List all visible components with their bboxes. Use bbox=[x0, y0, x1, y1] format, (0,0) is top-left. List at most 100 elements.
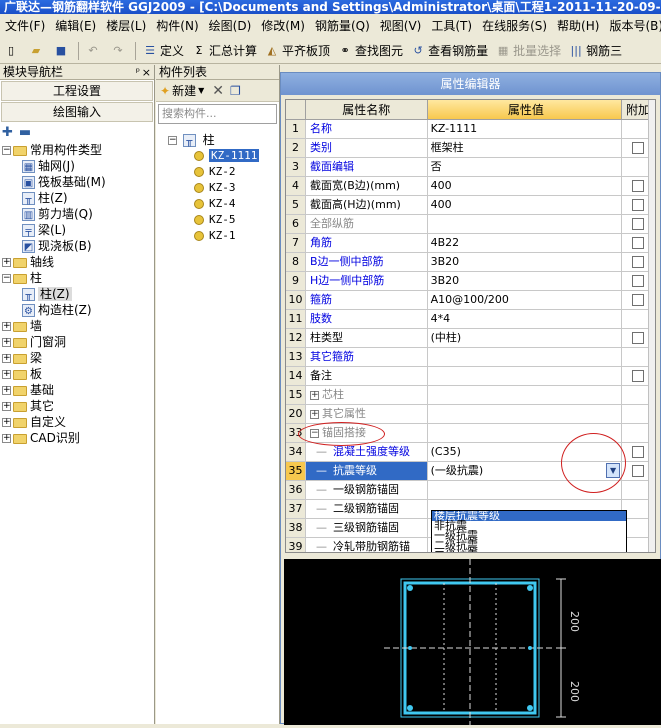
property-row[interactable]: 4 截面宽(B边)(mm) 400 bbox=[286, 177, 655, 196]
menu-item[interactable]: 构件(N) bbox=[151, 16, 203, 36]
open-file-button[interactable]: ▰ bbox=[29, 40, 46, 62]
property-row[interactable]: 13 其它箍筋 bbox=[286, 348, 655, 367]
nav-tree-item[interactable]: − 常用构件类型 bbox=[0, 142, 154, 158]
menu-item[interactable]: 帮助(H) bbox=[552, 16, 604, 36]
property-row[interactable]: 15 + 芯柱 bbox=[286, 386, 655, 405]
nav-tree-item[interactable]: + 自定义 bbox=[0, 414, 154, 430]
nav-tree-item[interactable]: + 基础 bbox=[0, 382, 154, 398]
undo-button[interactable]: ↶ bbox=[86, 40, 103, 62]
property-row[interactable]: 14 备注 bbox=[286, 367, 655, 386]
property-row[interactable]: 9 H边一侧中部筋 3B20 bbox=[286, 272, 655, 291]
attach-checkbox[interactable] bbox=[632, 199, 645, 211]
find-element-button[interactable]: ⚭ 查找图元 bbox=[338, 40, 403, 62]
property-value-cell[interactable]: (中柱) bbox=[428, 329, 623, 347]
seismic-grade-dropdown-list[interactable]: 楼层抗震等级非抗震一级抗震二级抗震三级抗震四级抗震 bbox=[431, 510, 627, 552]
nav-tree-item[interactable]: + 其它 bbox=[0, 398, 154, 414]
property-value-cell[interactable] bbox=[428, 386, 623, 404]
property-row[interactable]: 2 类别 框架柱 bbox=[286, 139, 655, 158]
nav-tree-item[interactable]: ▣ 筏板基础(M) bbox=[0, 174, 154, 190]
expand-toggle-icon[interactable]: + bbox=[2, 402, 11, 411]
component-item[interactable]: KZ-1 bbox=[156, 228, 279, 244]
expand-toggle-icon[interactable]: + bbox=[2, 418, 11, 427]
component-search-input[interactable]: 搜索构件... bbox=[158, 104, 277, 124]
delete-icon[interactable]: ✕ bbox=[212, 83, 224, 99]
property-row[interactable]: 8 B边一侧中部筋 3B20 bbox=[286, 253, 655, 272]
pin-icon[interactable]: ᵖ bbox=[136, 65, 140, 80]
column-section-drawing[interactable]: 200 200 bbox=[284, 559, 661, 725]
attach-checkbox[interactable] bbox=[632, 218, 645, 230]
attach-checkbox[interactable] bbox=[632, 465, 645, 477]
attach-checkbox[interactable] bbox=[632, 256, 645, 268]
property-row[interactable]: 3 截面编辑 否 bbox=[286, 158, 655, 177]
property-value-cell[interactable] bbox=[428, 405, 623, 423]
nav-tree-item[interactable]: + CAD识别 bbox=[0, 430, 154, 446]
component-item[interactable]: KZ-3 bbox=[156, 180, 279, 196]
attach-checkbox[interactable] bbox=[632, 275, 645, 287]
menu-item[interactable]: 编辑(E) bbox=[50, 16, 101, 36]
property-value-cell[interactable]: 框架柱 bbox=[428, 139, 623, 157]
nav-tree-item[interactable]: + 板 bbox=[0, 366, 154, 382]
nav-tree-item[interactable]: ╥ 柱(Z) bbox=[0, 286, 154, 302]
expand-toggle-icon[interactable]: + bbox=[2, 434, 11, 443]
component-item[interactable]: KZ-4 bbox=[156, 196, 279, 212]
drawing-input-button[interactable]: 绘图输入 bbox=[1, 102, 153, 122]
menu-item[interactable]: 楼层(L) bbox=[101, 16, 151, 36]
component-item[interactable]: KZ-2 bbox=[156, 164, 279, 180]
collapse-toggle-icon[interactable]: − bbox=[2, 274, 11, 283]
vertical-scrollbar[interactable] bbox=[648, 100, 655, 552]
nav-tree-item[interactable]: + 梁 bbox=[0, 350, 154, 366]
nav-tree-item[interactable]: + 轴线 bbox=[0, 254, 154, 270]
menu-item[interactable]: 视图(V) bbox=[375, 16, 427, 36]
new-component-button[interactable]: ✦ 新建 ▼ bbox=[160, 82, 204, 99]
property-value-cell[interactable]: 否 bbox=[428, 158, 623, 176]
attach-checkbox[interactable] bbox=[632, 332, 645, 344]
copy-icon[interactable]: ❐ bbox=[230, 84, 241, 98]
menu-item[interactable]: 在线服务(S) bbox=[477, 16, 552, 36]
project-settings-button[interactable]: 工程设置 bbox=[1, 81, 153, 101]
expand-toggle-icon[interactable]: + bbox=[2, 258, 11, 267]
menu-item[interactable]: 工具(T) bbox=[426, 16, 477, 36]
sum-calc-button[interactable]: Σ 汇总计算 bbox=[192, 40, 258, 62]
property-value-cell[interactable]: 3B20 bbox=[428, 272, 623, 290]
expand-toggle-icon[interactable]: + bbox=[309, 409, 319, 419]
component-item[interactable]: KZ-5 bbox=[156, 212, 279, 228]
expand-toggle-icon[interactable]: + bbox=[2, 338, 11, 347]
property-row[interactable]: 12 柱类型 (中柱) bbox=[286, 329, 655, 348]
nav-tree-item[interactable]: − 柱 bbox=[0, 270, 154, 286]
property-row[interactable]: 5 截面高(H边)(mm) 400 bbox=[286, 196, 655, 215]
property-row[interactable]: 11 肢数 4*4 bbox=[286, 310, 655, 329]
property-value-cell[interactable] bbox=[428, 348, 623, 366]
property-row[interactable]: 10 箍筋 A10@100/200 bbox=[286, 291, 655, 310]
property-value-cell[interactable]: KZ-1111 bbox=[428, 120, 623, 138]
expand-toggle-icon[interactable]: + bbox=[2, 386, 11, 395]
collapse-toggle-icon[interactable]: − bbox=[168, 136, 177, 145]
property-row[interactable]: 6 全部纵筋 bbox=[286, 215, 655, 234]
property-value-cell[interactable]: 4*4 bbox=[428, 310, 623, 328]
menu-item[interactable]: 文件(F) bbox=[0, 16, 50, 36]
property-value-cell[interactable] bbox=[428, 215, 623, 233]
menu-item[interactable]: 钢筋量(Q) bbox=[310, 16, 375, 36]
property-value-cell[interactable] bbox=[428, 367, 623, 385]
property-value-cell[interactable]: 400 bbox=[428, 177, 623, 195]
attach-checkbox[interactable] bbox=[632, 370, 645, 382]
attach-checkbox[interactable] bbox=[632, 180, 645, 192]
rebar-3d-button[interactable]: ||| 钢筋三 bbox=[569, 40, 623, 62]
nav-tree-item[interactable]: ▦ 轴网(J) bbox=[0, 158, 154, 174]
close-icon[interactable]: × bbox=[142, 65, 151, 80]
expand-toggle-icon[interactable]: + bbox=[309, 390, 319, 400]
save-button[interactable]: ■ bbox=[54, 40, 71, 62]
property-value-cell[interactable]: 4B22 bbox=[428, 234, 623, 252]
attach-checkbox[interactable] bbox=[632, 142, 645, 154]
expand-toggle-icon[interactable]: + bbox=[2, 322, 11, 331]
property-row[interactable]: 1 名称 KZ-1111 bbox=[286, 120, 655, 139]
expand-toggle-icon[interactable]: + bbox=[2, 370, 11, 379]
property-value-cell[interactable]: 3B20 bbox=[428, 253, 623, 271]
menu-item[interactable]: 修改(M) bbox=[256, 16, 310, 36]
attach-checkbox[interactable] bbox=[632, 237, 645, 249]
nav-tree-item[interactable]: ▥ 剪力墙(Q) bbox=[0, 206, 154, 222]
expand-all-icon[interactable]: ✚ bbox=[2, 125, 13, 140]
nav-tree-item[interactable]: ╥ 柱(Z) bbox=[0, 190, 154, 206]
align-slab-button[interactable]: ◭ 平齐板顶 bbox=[265, 40, 330, 62]
nav-tree-item[interactable]: + 墙 bbox=[0, 318, 154, 334]
property-value-cell[interactable]: 400 bbox=[428, 196, 623, 214]
